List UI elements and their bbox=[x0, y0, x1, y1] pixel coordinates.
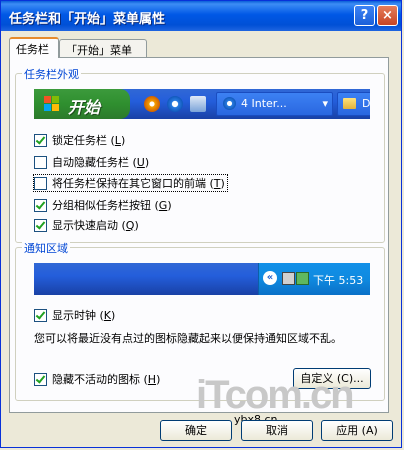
windows-flag-icon bbox=[44, 96, 59, 111]
group-title: 通知区域 bbox=[22, 240, 70, 256]
group-title: 任务栏外观 bbox=[22, 66, 81, 82]
clock-time: 下午 5:53 bbox=[313, 274, 364, 287]
checkbox-label-tail: ) bbox=[156, 372, 161, 386]
watermark-logo: iTcom.cn bbox=[196, 373, 355, 417]
lock-taskbar-checkbox[interactable]: 锁定任务栏 (L) bbox=[34, 132, 125, 148]
help-button[interactable]: ? bbox=[354, 5, 375, 26]
keep-on-top-checkbox[interactable]: 将任务栏保持在其它窗口的前端 (T) bbox=[33, 174, 228, 192]
ok-button[interactable]: 确定 bbox=[160, 420, 232, 441]
checkbox-box[interactable] bbox=[34, 198, 47, 212]
start-button-preview: 开始 bbox=[34, 89, 130, 119]
checkbox-label-tail: ) bbox=[167, 198, 172, 212]
auto-hide-checkbox[interactable]: 自动隐藏任务栏 (U) bbox=[34, 154, 149, 170]
window-title: 任务栏和「开始」菜单属性 bbox=[9, 12, 166, 27]
checkbox-label: 显示快速启动 ( bbox=[52, 219, 126, 232]
apply-button[interactable]: 应用 (A) bbox=[321, 420, 393, 441]
checkbox-label: 隐藏不活动的图标 ( bbox=[52, 373, 148, 386]
folder-icon bbox=[343, 98, 356, 109]
checkbox-label: 将任务栏保持在其它窗口的前端 ( bbox=[52, 177, 214, 190]
tab-taskbar[interactable]: 任务栏 bbox=[9, 37, 59, 58]
show-hidden-icons-chevron-icon: « bbox=[263, 271, 277, 285]
notification-description: 您可以将最近没有点过的图标隐藏起来以便保持通知区域不乱。 bbox=[34, 332, 342, 345]
notification-preview: « 下午 5:53 bbox=[34, 263, 370, 295]
access-key: K bbox=[103, 308, 112, 322]
access-key: U bbox=[136, 155, 145, 169]
taskbar-preview: 开始 4 Inter... ▾ D: bbox=[34, 89, 370, 119]
group-buttons-checkbox[interactable]: 分组相似任务栏按钮 (G) bbox=[34, 197, 172, 213]
checkbox-box[interactable] bbox=[34, 176, 47, 190]
checkbox-label-tail: ) bbox=[144, 155, 150, 169]
checkbox-label: 分组相似任务栏按钮 ( bbox=[52, 199, 159, 212]
access-key: Q bbox=[125, 218, 135, 232]
checkbox-label: 显示时钟 ( bbox=[52, 309, 104, 322]
ie-small-icon bbox=[223, 97, 236, 110]
internet-explorer-icon bbox=[167, 96, 183, 112]
hide-inactive-icons-checkbox[interactable]: 隐藏不活动的图标 (H) bbox=[34, 371, 160, 387]
system-tray-preview: « 下午 5:53 bbox=[258, 263, 370, 295]
show-clock-checkbox[interactable]: 显示时钟 (K) bbox=[34, 307, 115, 323]
access-key: G bbox=[158, 198, 168, 212]
access-key: T bbox=[213, 176, 221, 190]
safely-remove-icon bbox=[296, 272, 309, 285]
checkbox-label: 锁定任务栏 ( bbox=[52, 134, 115, 147]
media-player-icon bbox=[144, 96, 160, 112]
show-desktop-icon bbox=[190, 96, 206, 112]
checkbox-label-tail: ) bbox=[111, 308, 116, 322]
checkbox-label: 自动隐藏任务栏 ( bbox=[52, 156, 137, 169]
dropdown-arrow-icon: ▾ bbox=[322, 97, 328, 110]
title-bar: 任务栏和「开始」菜单属性 ? × bbox=[1, 1, 401, 31]
cancel-button[interactable]: 取消 bbox=[241, 420, 313, 441]
checkbox-box[interactable] bbox=[34, 218, 47, 232]
checkbox-box[interactable] bbox=[34, 155, 47, 169]
access-key: H bbox=[147, 372, 157, 386]
checkbox-label-tail: ) bbox=[134, 218, 139, 232]
close-button[interactable]: × bbox=[377, 5, 398, 26]
properties-dialog: 任务栏和「开始」菜单属性 ? × 任务栏 「开始」菜单 任务栏外观 开始 4 I… bbox=[0, 0, 402, 448]
taskbar-button-label: 4 Inter... bbox=[241, 97, 287, 110]
network-icon bbox=[282, 272, 295, 285]
checkbox-box[interactable] bbox=[34, 133, 47, 147]
checkbox-box[interactable] bbox=[34, 372, 47, 386]
start-label: 开始 bbox=[68, 98, 101, 117]
taskbar-button-label: D: bbox=[362, 97, 370, 110]
tab-start-menu[interactable]: 「开始」菜单 bbox=[59, 39, 147, 57]
quick-launch-checkbox[interactable]: 显示快速启动 (Q) bbox=[34, 217, 139, 233]
checkbox-label-tail: ) bbox=[120, 133, 126, 147]
checkbox-box[interactable] bbox=[34, 308, 47, 322]
checkbox-label-tail: ) bbox=[220, 176, 225, 190]
